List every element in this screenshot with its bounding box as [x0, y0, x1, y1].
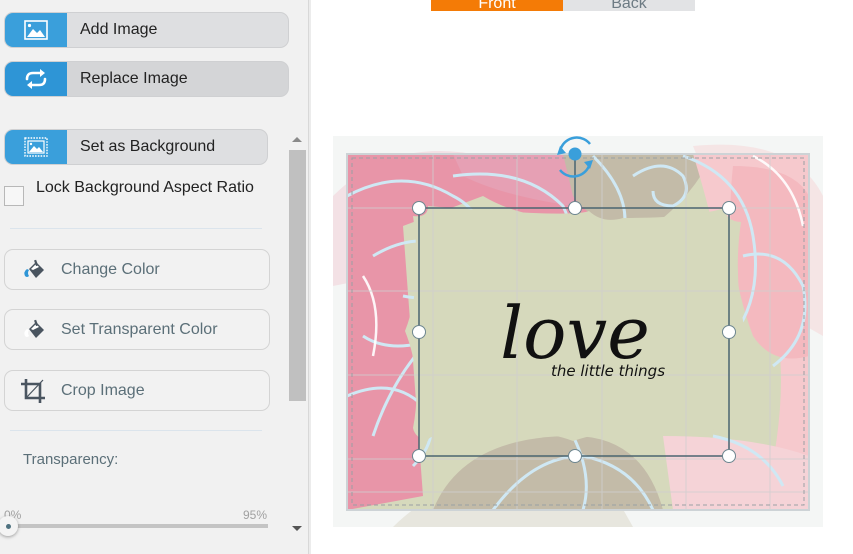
resize-handle-nw [412, 201, 426, 215]
lock-aspect-row: Lock Background Aspect Ratio [4, 178, 264, 206]
crop-icon [5, 377, 61, 405]
sidebar: Add Image Replace Image Set as Backgroun… [0, 0, 311, 554]
scroll-down-arrow[interactable] [292, 526, 302, 531]
change-color-button[interactable]: Change Color [4, 249, 270, 290]
scrollbar-thumb[interactable] [289, 150, 306, 401]
set-as-background-label: Set as Background [80, 138, 216, 155]
replace-image-label: Replace Image [80, 70, 188, 87]
lock-aspect-label: Lock Background Aspect Ratio [36, 179, 254, 196]
crop-image-label: Crop Image [61, 381, 145, 399]
background-image-icon [5, 130, 67, 164]
side-tabs: Front Back [431, 0, 695, 11]
set-transparent-color-label: Set Transparent Color [61, 320, 218, 338]
change-color-label: Change Color [61, 260, 160, 278]
subtitle-text: the little things [551, 362, 665, 380]
tab-front[interactable]: Front [431, 0, 563, 11]
divider [10, 430, 262, 431]
resize-handle-sw [412, 449, 426, 463]
add-image-label: Add Image [80, 21, 158, 38]
design-canvas[interactable]: love the little things [333, 136, 823, 527]
paint-bucket-icon [5, 259, 61, 281]
resize-handle-n [568, 201, 582, 215]
replace-image-button[interactable]: Replace Image [4, 61, 289, 97]
paint-bucket-icon [5, 319, 61, 341]
tab-back[interactable]: Back [563, 0, 695, 11]
resize-handle-se [722, 449, 736, 463]
transparency-label: Transparency: [23, 451, 119, 468]
resize-handle-w [412, 325, 426, 339]
crop-image-button[interactable]: Crop Image [4, 370, 270, 411]
scroll-up-arrow[interactable] [292, 137, 302, 142]
lock-aspect-checkbox[interactable] [4, 186, 24, 206]
resize-handle-ne [722, 201, 736, 215]
resize-handle-s [568, 449, 582, 463]
transparency-slider-track[interactable] [8, 524, 268, 528]
set-as-background-button[interactable]: Set as Background [4, 129, 268, 165]
transparency-slider-thumb[interactable] [0, 516, 18, 536]
image-icon [5, 13, 67, 47]
transparency-max-label: 95% [243, 508, 268, 522]
add-image-button[interactable]: Add Image [4, 12, 289, 48]
resize-handle-e [722, 325, 736, 339]
set-transparent-color-button[interactable]: Set Transparent Color [4, 309, 270, 350]
swap-arrows-icon [5, 62, 67, 96]
divider [10, 228, 262, 229]
